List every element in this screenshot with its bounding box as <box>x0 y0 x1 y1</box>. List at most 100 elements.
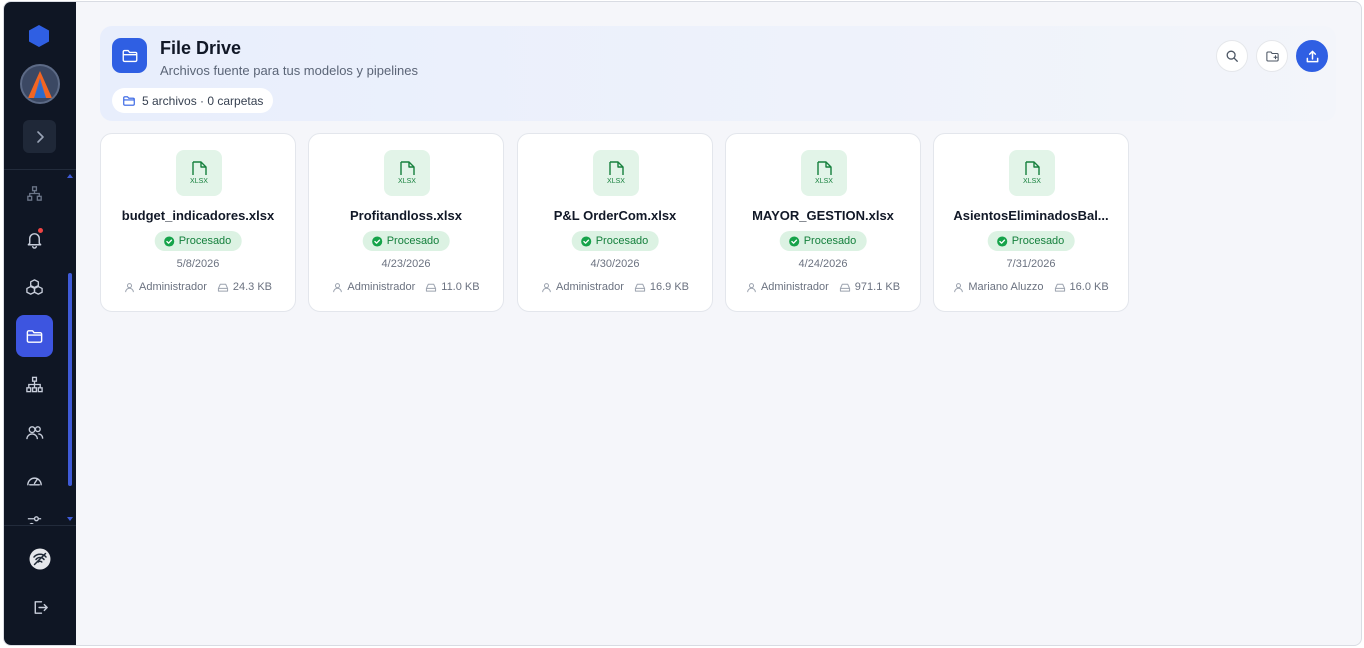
file-owner: Administrador <box>746 281 829 293</box>
folder-icon <box>112 38 147 73</box>
search-button[interactable] <box>1216 40 1248 72</box>
file-type-label: XLSX <box>1023 178 1041 185</box>
file-date: 4/24/2026 <box>798 258 848 270</box>
xlsx-file-icon: XLSX <box>1009 150 1055 196</box>
new-folder-button[interactable] <box>1256 40 1288 72</box>
file-size-value: 16.9 KB <box>649 281 689 293</box>
xlsx-file-icon: XLSX <box>593 150 639 196</box>
file-type-label: XLSX <box>398 178 416 185</box>
file-size: 16.9 KB <box>634 281 689 293</box>
avatar[interactable] <box>20 64 60 104</box>
xlsx-file-icon: XLSX <box>176 150 222 196</box>
file-meta: Administrador 24.3 KB <box>101 281 295 293</box>
file-size: 16.0 KB <box>1054 281 1109 293</box>
expand-sidebar-button[interactable] <box>23 120 56 153</box>
logout-button[interactable] <box>21 588 59 626</box>
status-label: Procesado <box>803 235 857 247</box>
file-card[interactable]: XLSX AsientosEliminadosBal... Procesado … <box>933 133 1129 312</box>
xlsx-file-icon: XLSX <box>384 150 430 196</box>
status-badge: Procesado <box>154 231 242 251</box>
sliders-icon <box>27 516 42 524</box>
status-badge: Procesado <box>779 231 867 251</box>
upload-icon <box>1306 50 1318 62</box>
check-circle-icon <box>789 235 800 247</box>
status-label: Procesado <box>595 235 649 247</box>
check-circle-icon <box>581 235 592 247</box>
file-owner-name: Administrador <box>760 281 829 293</box>
file-owner-name: Administrador <box>347 281 416 293</box>
new-folder-icon <box>1265 50 1279 62</box>
user-icon <box>125 282 134 292</box>
file-owner-name: Mariano Aluzzo <box>968 281 1044 293</box>
page-header: File Drive Archivos fuente para tus mode… <box>100 26 1336 121</box>
status-label: Procesado <box>1011 235 1065 247</box>
file-card[interactable]: XLSX P&L OrderCom.xlsx Procesado 4/30/20… <box>517 133 713 312</box>
file-owner: Mariano Aluzzo <box>953 281 1044 293</box>
nav-list <box>4 170 76 525</box>
file-meta: Administrador 16.9 KB <box>518 281 712 293</box>
wifi-off-icon <box>29 548 51 570</box>
file-size: 971.1 KB <box>839 281 900 293</box>
scroll-down-arrow[interactable] <box>67 517 73 521</box>
sitemap-icon <box>26 376 43 392</box>
file-type-label: XLSX <box>190 178 208 185</box>
nav-item-users[interactable] <box>16 411 53 453</box>
file-name: Profitandloss.xlsx <box>350 208 462 223</box>
file-meta: Administrador 971.1 KB <box>726 281 920 293</box>
chevron-right-icon <box>36 130 44 143</box>
hard-drive-icon <box>426 283 437 292</box>
status-badge: Procesado <box>987 231 1075 251</box>
logout-icon <box>34 600 48 614</box>
divider <box>4 525 76 526</box>
file-card[interactable]: XLSX MAYOR_GESTION.xlsx Procesado 4/24/2… <box>725 133 921 312</box>
nav-item-hierarchy[interactable] <box>16 172 53 214</box>
hard-drive-icon <box>1054 283 1065 292</box>
check-circle-icon <box>372 235 383 247</box>
file-size-value: 971.1 KB <box>854 281 901 293</box>
file-meta: Administrador 11.0 KB <box>309 281 503 293</box>
file-type-label: XLSX <box>815 178 833 185</box>
upload-button[interactable] <box>1296 40 1328 72</box>
scrollbar[interactable] <box>68 273 72 486</box>
file-date: 5/8/2026 <box>176 258 220 270</box>
user-icon <box>333 282 343 292</box>
stats-badge: 5 archivos · 0 carpetas <box>112 88 274 113</box>
nav-item-notifications[interactable] <box>16 218 53 260</box>
users-icon <box>26 425 44 439</box>
file-date: 7/31/2026 <box>1006 258 1056 270</box>
hexagon-logo-icon[interactable] <box>28 24 50 48</box>
file-meta: Mariano Aluzzo 16.0 KB <box>934 281 1128 293</box>
status-label: Procesado <box>178 235 232 247</box>
file-owner: Administrador <box>124 281 207 293</box>
file-size-value: 11.0 KB <box>441 281 480 293</box>
file-card[interactable]: XLSX budget_indicadores.xlsx Procesado 5… <box>100 133 296 312</box>
page-title: File Drive <box>160 38 242 58</box>
file-type-label: XLSX <box>607 178 625 185</box>
check-circle-icon <box>164 235 175 247</box>
file-size: 11.0 KB <box>425 281 480 293</box>
file-size: 24.3 KB <box>217 281 272 293</box>
hard-drive-icon <box>839 283 850 292</box>
file-name: MAYOR_GESTION.xlsx <box>752 208 894 223</box>
file-card[interactable]: XLSX Profitandloss.xlsx Procesado 4/23/2… <box>308 133 504 312</box>
app-window: File Drive Archivos fuente para tus mode… <box>3 1 1362 646</box>
user-icon <box>542 282 551 292</box>
search-icon <box>1226 50 1238 62</box>
file-date: 4/30/2026 <box>590 258 640 270</box>
stats-text: 5 archivos · 0 carpetas <box>142 93 264 108</box>
nav-item-settings[interactable] <box>16 504 53 524</box>
nav-item-dashboard[interactable] <box>16 459 53 501</box>
scroll-up-arrow[interactable] <box>67 174 73 178</box>
connection-status-button[interactable] <box>21 540 59 578</box>
cubes-icon <box>26 278 43 295</box>
user-icon <box>954 282 964 292</box>
gauge-icon <box>27 476 42 485</box>
file-owner: Administrador <box>332 281 415 293</box>
nav-item-pipelines[interactable] <box>16 363 53 405</box>
page-subtitle: Archivos fuente para tus modelos y pipel… <box>160 63 418 78</box>
file-owner-name: Administrador <box>139 281 207 293</box>
nav-item-models[interactable] <box>16 266 53 308</box>
file-name: budget_indicadores.xlsx <box>121 208 275 223</box>
nav-item-file-drive[interactable] <box>16 315 53 357</box>
file-owner: Administrador <box>541 281 624 293</box>
